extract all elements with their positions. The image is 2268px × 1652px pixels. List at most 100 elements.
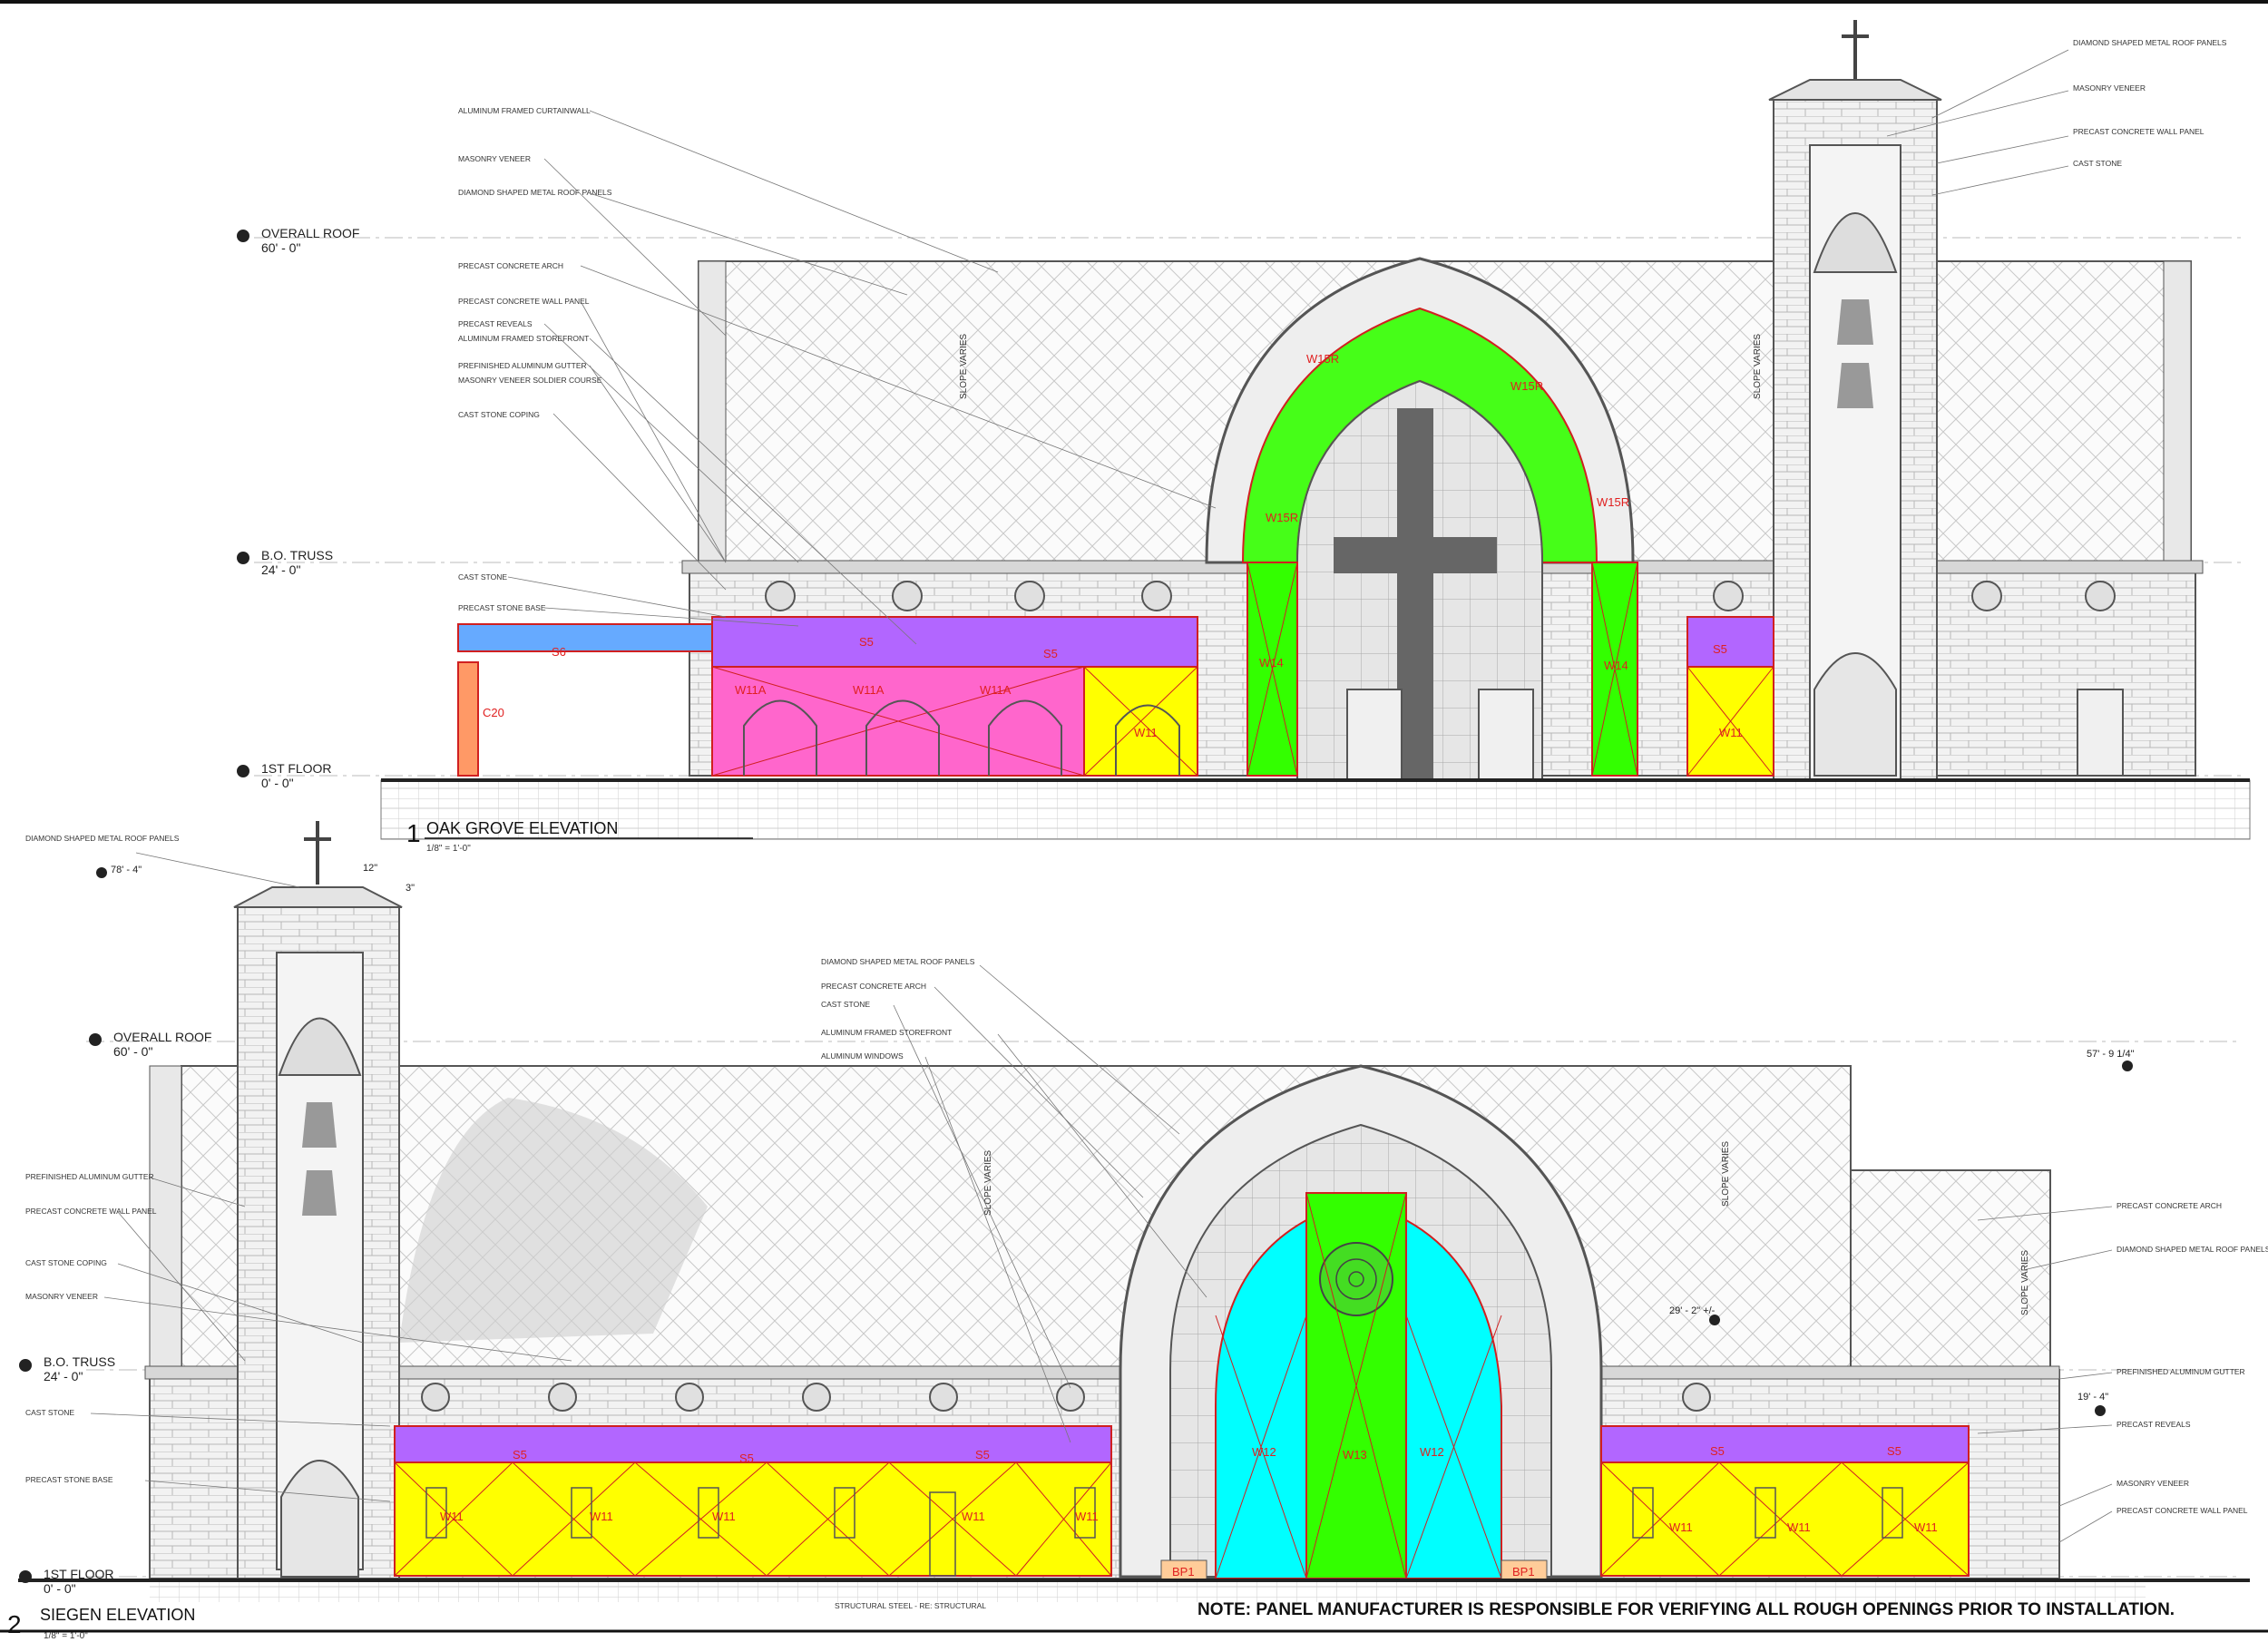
- elevation-2-scale: 1/8" = 1'-0": [44, 1631, 88, 1641]
- level-1-truss-name: B.O. TRUSS: [261, 548, 333, 562]
- c1l-1: MASONRY VENEER: [458, 154, 531, 163]
- c2c-3: ALUMINUM FRAMED STOREFRONT: [821, 1028, 952, 1037]
- tag-s6: S6: [552, 645, 566, 659]
- tag-w14-b: W14: [1604, 659, 1628, 672]
- elevation-2-title: SIEGEN ELEVATION: [40, 1606, 195, 1624]
- tag-w15r-a: W15R: [1306, 352, 1339, 366]
- oak-grove-elevation: W15R W15R W15R W15R W14 W14 W11A W11A W1…: [237, 20, 2251, 854]
- bell-tower-2: [233, 821, 403, 1579]
- elevation-1-scale: 1/8" = 1'-0": [426, 844, 471, 854]
- c1l-8: MASONRY VENEER SOLDIER COURSE: [458, 376, 602, 385]
- level-1-roof-value: 60' - 0": [261, 240, 300, 255]
- structural-note: STRUCTURAL STEEL - RE: STRUCTURAL: [835, 1601, 986, 1610]
- c1l-9: CAST STONE COPING: [458, 410, 540, 419]
- spot-mid: 29' - 2" +/-: [1669, 1305, 1716, 1316]
- level-2-roof-name: OVERALL ROOF: [113, 1030, 211, 1044]
- tag2-w11-h: W11: [1914, 1520, 1938, 1534]
- tag-w11a-c: W11A: [980, 683, 1012, 697]
- c2r-0: PRECAST CONCRETE ARCH: [2116, 1201, 2222, 1210]
- c2c-4: ALUMINUM WINDOWS: [821, 1051, 904, 1061]
- c2l-0: DIAMOND SHAPED METAL ROOF PANELS: [25, 834, 180, 843]
- level-2-floor-value: 0' - 0": [44, 1581, 76, 1596]
- drawing-sheet: W15R W15R W15R W15R W14 W14 W11A W11A W1…: [0, 0, 2268, 1641]
- c2l-5: CAST STONE: [25, 1408, 74, 1417]
- c2r-1: DIAMOND SHAPED METAL ROOF PANELS: [2116, 1245, 2268, 1254]
- level-2-truss-name: B.O. TRUSS: [44, 1354, 115, 1369]
- c2r-3: PRECAST REVEALS: [2116, 1420, 2191, 1429]
- tag2-w11-b: W11: [590, 1510, 613, 1523]
- c1l-4: PRECAST CONCRETE WALL PANEL: [458, 297, 590, 306]
- tag-s5-b: S5: [1043, 647, 1058, 660]
- tag2-bp1-a: BP1: [1172, 1565, 1195, 1579]
- level-2-roof-value: 60' - 0": [113, 1044, 152, 1059]
- c1l-2: DIAMOND SHAPED METAL ROOF PANELS: [458, 188, 612, 197]
- c1r-1: MASONRY VENEER: [2073, 83, 2146, 93]
- tag2-w11-c: W11: [712, 1510, 736, 1523]
- elevation-1-title: OAK GROVE ELEVATION: [426, 819, 618, 837]
- c2r-5: PRECAST CONCRETE WALL PANEL: [2116, 1506, 2248, 1515]
- tag2-s5-c: S5: [975, 1448, 990, 1461]
- tag-s5-c: S5: [1713, 642, 1727, 656]
- dim-three: 3": [406, 883, 415, 894]
- tag2-w11-f: W11: [1669, 1520, 1693, 1534]
- c2c-0: DIAMOND SHAPED METAL ROOF PANELS: [821, 957, 975, 966]
- c1l-11: PRECAST STONE BASE: [458, 603, 546, 612]
- tag2-w12-b: W12: [1420, 1445, 1444, 1459]
- level-2-floor-name: 1ST FLOOR: [44, 1567, 114, 1581]
- c1l-6: ALUMINUM FRAMED STOREFRONT: [458, 334, 589, 343]
- c1r-3: CAST STONE: [2073, 159, 2122, 168]
- c1l-3: PRECAST CONCRETE ARCH: [458, 261, 563, 270]
- callouts-1-right: DIAMOND SHAPED METAL ROOF PANELS MASONRY…: [1886, 38, 2227, 196]
- c2l-3: CAST STONE COPING: [25, 1258, 107, 1267]
- level-1-floor-name: 1ST FLOOR: [261, 761, 332, 776]
- c1l-0: ALUMINUM FRAMED CURTAINWALL: [458, 106, 591, 115]
- elevation-1-number: 1: [406, 819, 421, 847]
- c1l-5: PRECAST REVEALS: [458, 319, 533, 328]
- tag2-w11-e: W11: [1075, 1510, 1099, 1523]
- level-1-floor-value: 0' - 0": [261, 776, 294, 790]
- tag2-s5-d: S5: [1710, 1444, 1725, 1458]
- dim-twelve: 12": [363, 863, 377, 874]
- tag-w15r-c: W15R: [1266, 511, 1298, 524]
- right-storefronts-2: [1600, 1425, 1970, 1577]
- spot-tower: 78' - 4": [111, 865, 142, 875]
- slope-note-1a: SLOPE VARIES: [959, 334, 969, 399]
- level-markers-1: OVERALL ROOF 60' - 0" B.O. TRUSS 24' - 0…: [237, 226, 359, 790]
- siegen-elevation: W11 W11 W11 W11 W11 W11 W11 W11 W12 W12 …: [7, 821, 2268, 1641]
- level-2-truss-value: 24' - 0": [44, 1369, 83, 1383]
- tag2-w11-d: W11: [962, 1510, 985, 1523]
- tag2-s5-a: S5: [513, 1448, 527, 1461]
- c1l-10: CAST STONE: [458, 572, 507, 582]
- c2c-1: PRECAST CONCRETE ARCH: [821, 982, 926, 991]
- c2c-2: CAST STONE: [821, 1000, 870, 1009]
- tag2-w12-a: W12: [1252, 1445, 1276, 1459]
- elevation-2-number: 2: [7, 1610, 22, 1638]
- tag-w14-a: W14: [1259, 656, 1284, 670]
- tag-s5-a: S5: [859, 635, 874, 649]
- tag-w11-b: W11: [1719, 726, 1743, 739]
- tag2-bp1-b: BP1: [1512, 1565, 1535, 1579]
- slope-note-2a: SLOPE VARIES: [983, 1150, 993, 1216]
- tag2-w11-a: W11: [440, 1510, 464, 1523]
- c2l-2: PRECAST CONCRETE WALL PANEL: [25, 1207, 157, 1216]
- c2l-4: MASONRY VENEER: [25, 1292, 98, 1301]
- level-1-truss-value: 24' - 0": [261, 562, 300, 577]
- tag2-w11-g: W11: [1787, 1520, 1811, 1534]
- spot-low: 19' - 4": [2077, 1392, 2108, 1403]
- c1r-0: DIAMOND SHAPED METAL ROOF PANELS: [2073, 38, 2227, 47]
- tag-c20: C20: [483, 706, 504, 719]
- tag-w11a-a: W11A: [735, 683, 767, 697]
- c2r-4: MASONRY VENEER: [2116, 1479, 2189, 1488]
- c1l-7: PREFINISHED ALUMINUM GUTTER: [458, 361, 587, 370]
- spot-ridge: 57' - 9 1/4": [2087, 1049, 2135, 1060]
- left-storefronts-2: [394, 1425, 1112, 1577]
- tag-w15r-d: W15R: [1597, 495, 1629, 509]
- tag2-w13: W13: [1343, 1448, 1367, 1461]
- tag2-s5-e: S5: [1887, 1444, 1901, 1458]
- left-storefronts: [457, 616, 1198, 777]
- tag2-s5-b: S5: [739, 1452, 754, 1465]
- c2r-2: PREFINISHED ALUMINUM GUTTER: [2116, 1367, 2245, 1376]
- tag-w15r-b: W15R: [1510, 379, 1543, 393]
- slope-note-2c: SLOPE VARIES: [2020, 1250, 2030, 1315]
- footer-note: NOTE: PANEL MANUFACTURER IS RESPONSIBLE …: [1198, 1600, 2175, 1619]
